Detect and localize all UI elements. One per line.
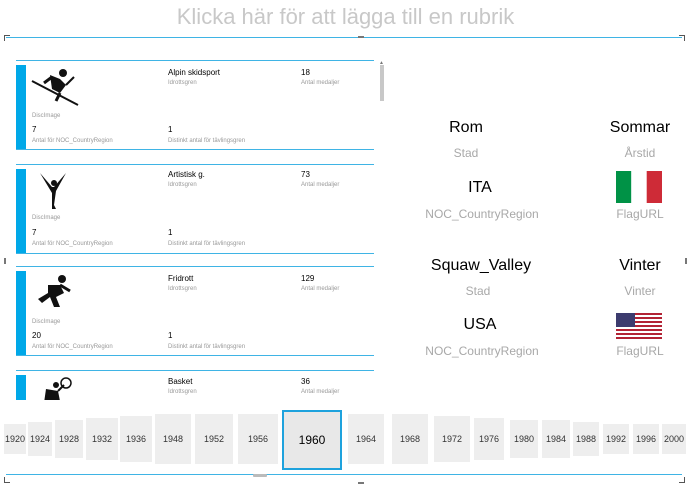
noc-label: NOC_CountryRegion: [425, 344, 539, 358]
year-tile[interactable]: 1924: [28, 422, 52, 456]
year-tile[interactable]: 1980: [510, 420, 538, 458]
season-value: Sommar: [609, 119, 671, 136]
year-tile[interactable]: 1952: [195, 414, 233, 464]
resize-handle-left[interactable]: [4, 258, 6, 264]
sport-label: Idrottsgren: [168, 80, 197, 86]
medals-label: Antal medaljer: [301, 286, 340, 292]
distinct-label: Distinkt antal för tävlingsgren: [168, 241, 246, 247]
count-value: 7: [32, 228, 37, 237]
count-label: Antal för NOC_CountryRegion: [32, 344, 113, 350]
noc-value: USA: [463, 316, 497, 333]
year-tile[interactable]: 1972: [434, 416, 470, 462]
count-label: Antal för NOC_CountryRegion: [32, 241, 113, 247]
image-label: DiscImage: [32, 319, 61, 325]
season-value: Vinter: [619, 257, 661, 274]
title-placeholder[interactable]: Klicka här för att lägga till en rubrik: [0, 4, 691, 30]
year-tile[interactable]: 1976: [474, 418, 504, 460]
medals-value: 129: [301, 274, 315, 283]
year-tile[interactable]: 1920: [4, 424, 26, 454]
count-label: Antal för NOC_CountryRegion: [32, 138, 113, 144]
athletics-runner-icon: [38, 275, 71, 307]
resize-handle-top-left[interactable]: [4, 35, 10, 41]
year-tile[interactable]: 1948: [155, 414, 191, 464]
basketball-icon: [44, 377, 72, 400]
noc-value: ITA: [468, 179, 492, 196]
medals-value: 73: [301, 170, 310, 179]
sport-label: Idrottsgren: [168, 182, 197, 188]
sport-label: Idrottsgren: [168, 389, 197, 395]
distinct-value: 1: [168, 228, 173, 237]
year-tile[interactable]: 1932: [86, 418, 118, 460]
flag-label: FlagURL: [616, 207, 664, 221]
artistic-gymnastics-icon: [40, 173, 66, 209]
sport-name: Alpin skidsport: [168, 68, 221, 77]
year-tile[interactable]: 1968: [392, 414, 428, 464]
city-label: Stad: [465, 284, 491, 298]
sport-card[interactable]: DiscImage Artistisk g. Idrottsgren 73 An…: [16, 164, 374, 254]
distinct-label: Distinkt antal för tävlingsgren: [168, 344, 246, 350]
city-value: Squaw_Valley: [430, 257, 532, 274]
resize-handle-top-right[interactable]: [679, 35, 685, 41]
medals-value: 36: [301, 377, 310, 386]
season-label: Vinter: [624, 284, 656, 298]
frame-top-border: [6, 37, 682, 38]
usa-flag-icon: [616, 313, 662, 339]
sport-card[interactable]: Basket Idrottsgren 36 Antal medaljer: [16, 370, 374, 400]
count-value: 7: [32, 125, 37, 134]
year-tile[interactable]: 1988: [573, 422, 599, 456]
distinct-label: Distinkt antal för tävlingsgren: [168, 138, 246, 144]
sport-card-list: DiscImage Alpin skidsport Idrottsgren 18…: [16, 60, 376, 400]
medals-label: Antal medaljer: [301, 80, 340, 86]
card-accent-bar: [16, 65, 26, 149]
resize-handle-bottom-left[interactable]: [4, 477, 10, 483]
alpine-skiing-icon: [31, 69, 79, 106]
medals-label: Antal medaljer: [301, 389, 340, 395]
year-tile[interactable]: 1928: [55, 420, 83, 458]
count-value: 20: [32, 331, 41, 340]
year-tile[interactable]: 1964: [348, 414, 384, 464]
resize-handle-bottom-right[interactable]: [679, 477, 685, 483]
card-accent-bar: [16, 271, 26, 355]
resize-handle-bottom[interactable]: [358, 482, 364, 484]
flag-label: FlagURL: [616, 344, 664, 358]
card-accent-bar: [16, 375, 26, 400]
medals-label: Antal medaljer: [301, 182, 340, 188]
city-value: Rom: [449, 119, 483, 136]
noc-label: NOC_CountryRegion: [425, 207, 539, 221]
scrollbar-thumb[interactable]: [380, 65, 384, 101]
year-tile-selected[interactable]: 1960: [282, 410, 342, 470]
year-tile[interactable]: 1984: [542, 420, 570, 458]
year-tile[interactable]: 1956: [238, 414, 278, 464]
resize-handle-top[interactable]: [358, 36, 364, 38]
image-label: DiscImage: [32, 113, 61, 119]
distinct-value: 1: [168, 125, 173, 134]
sport-name: Fridrott: [168, 274, 194, 283]
year-timeline[interactable]: 1920 1924 1928 1932 1936 1948 1952 1956 …: [0, 408, 691, 472]
year-tile[interactable]: 1996: [633, 424, 659, 454]
sport-label: Idrottsgren: [168, 286, 197, 292]
sport-card[interactable]: DiscImage Fridrott Idrottsgren 129 Antal…: [16, 266, 374, 356]
season-label: Årstid: [624, 146, 656, 160]
sport-name: Basket: [168, 377, 193, 386]
scroll-grip[interactable]: [253, 474, 267, 477]
year-tile[interactable]: 1992: [603, 424, 629, 454]
image-label: DiscImage: [32, 215, 61, 221]
year-tile[interactable]: 2000: [662, 424, 686, 454]
medals-value: 18: [301, 68, 310, 77]
year-tile[interactable]: 1936: [120, 416, 152, 462]
sport-card[interactable]: DiscImage Alpin skidsport Idrottsgren 18…: [16, 60, 374, 150]
sport-name: Artistisk g.: [168, 170, 205, 179]
city-label: Stad: [453, 146, 479, 160]
frame-bottom-border: [6, 474, 682, 475]
italy-flag-icon: [616, 171, 662, 203]
card-accent-bar: [16, 169, 26, 253]
distinct-value: 1: [168, 331, 173, 340]
